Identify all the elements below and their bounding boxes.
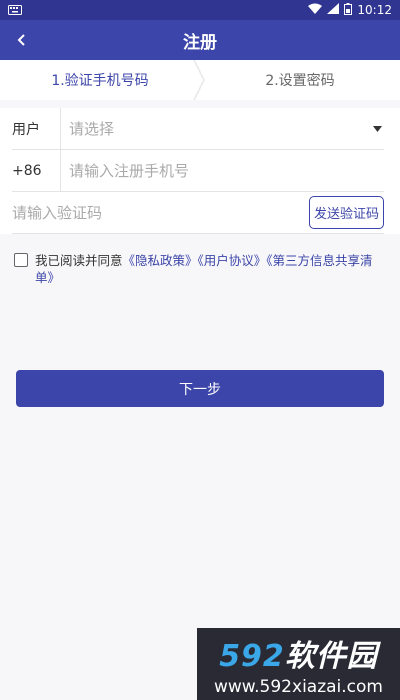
status-time: 10:12 [357,3,392,17]
next-button[interactable]: 下一步 [16,370,384,407]
dropdown-arrow-icon [370,125,384,132]
step-indicator: 1.验证手机号码 2.设置密码 [0,60,400,100]
user-type-placeholder: 请选择 [69,120,115,138]
privacy-policy-link[interactable]: 《隐私政策》 [123,253,198,268]
watermark-logo: 592软件园 www.592xiazai.com [197,628,400,700]
agreement-row: 我已阅读并同意《隐私政策》《用户协议》《第三方信息共享清单》 [14,252,386,286]
chevron-left-icon [17,34,25,46]
status-bar: 10:12 [0,0,400,20]
user-label: 用户 [12,121,40,138]
wifi-icon [308,3,323,17]
user-type-select[interactable]: 用户 请选择 [12,107,384,150]
divider [60,149,61,192]
battery-icon [344,2,353,18]
keyboard-icon [8,5,22,15]
send-code-button[interactable]: 发送验证码 [308,196,384,229]
agreement-checkbox[interactable] [14,253,28,267]
verification-code-input[interactable]: 请输入验证码 [12,202,309,223]
watermark-number: 592 [219,639,285,674]
watermark-url: www.592xiazai.com [214,677,383,697]
divider [60,107,61,150]
step-verify-phone: 1.验证手机号码 [51,73,149,89]
country-code[interactable]: +86 [12,163,60,179]
agreement-prefix: 我已阅读并同意 [35,253,123,268]
page-title: 注册 [183,32,217,53]
app-bar: 注册 [0,20,400,60]
phone-row: +86 请输入注册手机号 [12,149,384,192]
watermark-title: 592软件园 [219,631,378,675]
agreement-text: 我已阅读并同意《隐私政策》《用户协议》《第三方信息共享清单》 [35,252,386,286]
signal-icon [327,3,340,17]
phone-input[interactable]: 请输入注册手机号 [69,160,384,181]
verification-code-row: 请输入验证码 发送验证码 [12,192,384,234]
step-arrow-divider [193,60,205,100]
back-button[interactable] [6,24,38,56]
user-agreement-link[interactable]: 《用户协议》 [198,253,267,268]
register-form: 用户 请选择 +86 请输入注册手机号 请输入验证码 发送验证码 [0,107,400,234]
step-set-password: 2.设置密码 [265,73,335,89]
watermark-name: 软件园 [284,639,378,674]
